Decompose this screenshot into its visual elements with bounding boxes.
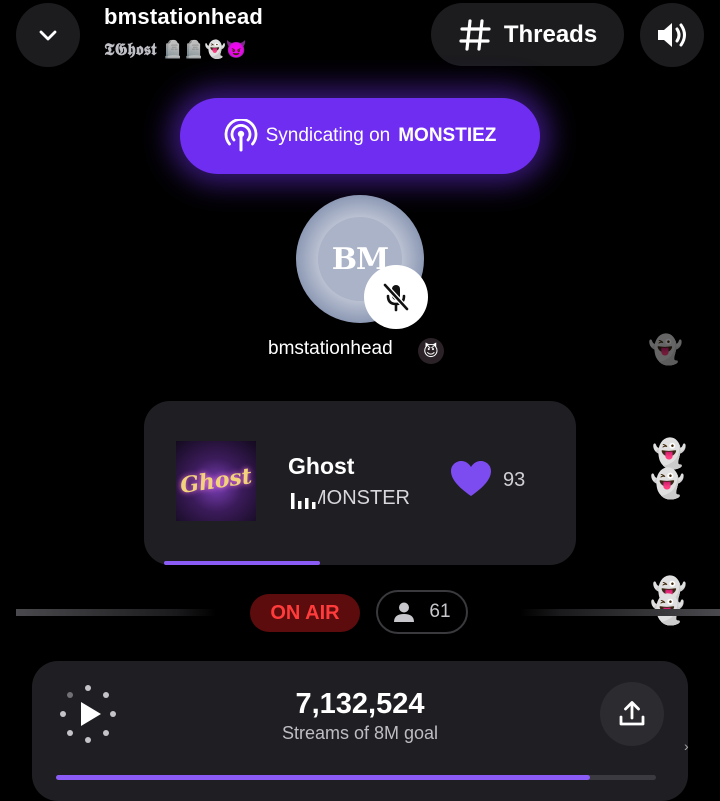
track-title: Ghost — [288, 453, 355, 479]
track-artist: MONSTER — [318, 487, 410, 509]
person-icon — [394, 602, 415, 622]
play-button[interactable] — [56, 682, 120, 746]
heart-icon[interactable] — [450, 460, 492, 498]
ghost-reaction: 👻 — [650, 468, 685, 499]
listeners-button[interactable]: 61 — [376, 590, 468, 634]
ghost-reaction: 👻 — [652, 438, 687, 469]
host-name[interactable]: bmstationhead — [268, 338, 393, 360]
broadcast-icon — [224, 119, 257, 152]
album-art-title: Ghost — [178, 463, 254, 499]
syndication-channel: MONSTIEZ — [398, 125, 497, 146]
like-count: 93 — [503, 469, 526, 491]
speaker-icon — [658, 23, 686, 47]
hashtag-icon — [459, 18, 491, 51]
equalizer-icon — [291, 493, 316, 509]
station-subtitle: 𝕿𝕲𝖍𝖔𝖘𝖙 🪦🪦👻😈 — [104, 40, 247, 60]
track-progress — [164, 561, 320, 565]
listener-count: 61 — [429, 601, 451, 622]
ghost-reaction: 👻 — [648, 334, 683, 365]
edge-glyph: › — [684, 738, 689, 754]
share-button[interactable] — [600, 682, 664, 746]
sound-button[interactable] — [640, 3, 704, 67]
play-icon — [81, 702, 101, 726]
mic-off-icon — [382, 282, 410, 312]
muted-badge — [364, 265, 428, 329]
on-air-badge: ON AIR — [250, 594, 360, 632]
threads-label: Threads — [503, 20, 598, 48]
threads-button[interactable]: Threads — [431, 3, 624, 66]
divider-left — [16, 609, 216, 616]
chevron-down-icon — [39, 30, 57, 41]
station-title: bmstationhead — [104, 4, 264, 29]
host-badge: 😈 — [418, 338, 444, 364]
divider-right — [520, 609, 720, 616]
collapse-button[interactable] — [16, 3, 80, 67]
album-art: Ghost — [176, 441, 256, 521]
streams-count: 7,132,524 — [295, 688, 425, 720]
goal-progress-fill — [56, 775, 590, 780]
syndication-pill[interactable]: Syndicating on MONSTIEZ — [180, 98, 540, 174]
syndication-prefix: Syndicating on — [265, 125, 391, 146]
streams-goal-label: Streams of 8M goal — [281, 723, 439, 743]
upload-icon — [619, 701, 645, 726]
